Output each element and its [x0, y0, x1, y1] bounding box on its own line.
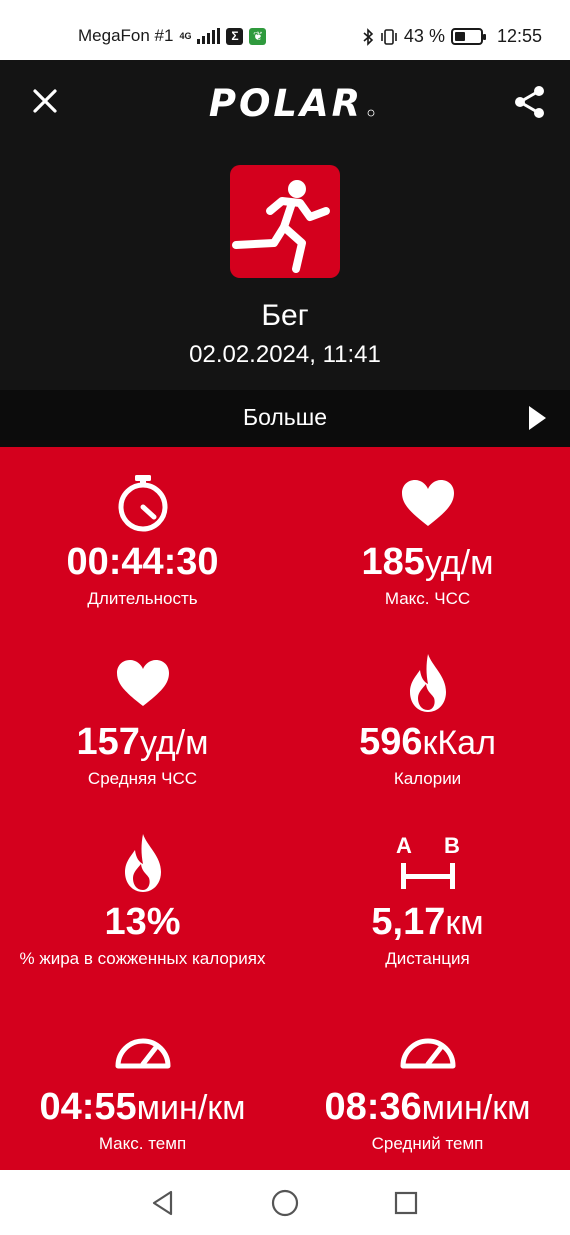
distance-icon: A B	[285, 832, 570, 894]
stat-max-pace: 04:55мин/км Макс. темп	[0, 1017, 285, 1154]
battery-percent: 43 %	[403, 26, 445, 46]
close-button[interactable]	[26, 82, 64, 120]
status-right: 43 % 12:55	[362, 26, 542, 47]
stat-value: 157	[76, 721, 140, 763]
stat-label: Средний темп	[371, 1134, 484, 1153]
stat-label: Макс. ЧСС	[384, 589, 471, 608]
stat-label: Длительность	[87, 589, 198, 608]
share-button[interactable]	[510, 82, 550, 122]
stat-value: 00:44:30	[66, 541, 219, 583]
stat-duration: 00:44:30 Длительность	[0, 472, 285, 609]
stat-calories: 596кКал Калории	[285, 652, 570, 789]
more-label: Больше	[242, 404, 328, 430]
svg-text:POLAR: POLAR	[209, 82, 363, 124]
network-type: 4G	[179, 30, 192, 41]
stopwatch-icon	[0, 472, 285, 534]
signal-icon	[197, 28, 221, 44]
stats-grid: 00:44:30 Длительность 185уд/м Макс. ЧСС …	[0, 447, 570, 1170]
stat-fat-percent: 13% % жира в сожженных калориях	[0, 832, 285, 969]
stat-unit: уд/м	[424, 544, 494, 582]
stat-value: 04:55	[39, 1086, 137, 1128]
home-circle-icon	[271, 1189, 299, 1217]
battery-icon	[450, 28, 486, 45]
stat-unit: мин/км	[136, 1089, 246, 1127]
session-header: Бег 02.02.2024, 11:41	[0, 145, 570, 390]
running-icon	[230, 165, 340, 278]
stat-unit: уд/м	[139, 724, 209, 762]
leaf-app-icon: ❦	[249, 27, 267, 45]
stat-label: Калории	[393, 769, 462, 788]
flame-icon	[0, 832, 285, 894]
svg-text:A: A	[396, 833, 412, 858]
nav-home-button[interactable]	[266, 1184, 304, 1222]
stat-label: Дистанция	[385, 949, 470, 968]
stat-label: % жира в сожженных калориях	[19, 949, 266, 968]
sum-app-icon: Σ	[226, 27, 244, 45]
svg-text:B: B	[444, 833, 460, 858]
speedometer-icon	[0, 1017, 285, 1079]
nav-recents-button[interactable]	[387, 1184, 425, 1222]
flame-icon	[285, 652, 570, 714]
carrier-name: MegaFon #1	[78, 26, 174, 45]
bluetooth-icon	[363, 27, 374, 46]
stat-value: 596	[359, 721, 423, 763]
app-bar: POLAR	[0, 60, 570, 145]
stat-label: Макс. темп	[98, 1134, 187, 1153]
session-datetime: 02.02.2024, 11:41	[189, 341, 381, 368]
stat-unit: кКал	[422, 724, 496, 762]
system-nav-bar	[0, 1170, 570, 1235]
stat-value: 13%	[104, 901, 181, 943]
stat-unit: мин/км	[421, 1089, 531, 1127]
close-icon	[33, 89, 57, 113]
stat-distance: A B 5,17км Дистанция	[285, 832, 570, 969]
stat-value: 5,17	[371, 901, 446, 943]
clock: 12:55	[496, 26, 542, 46]
stat-max-hr: 185уд/м Макс. ЧСС	[285, 472, 570, 609]
share-icon	[515, 86, 544, 118]
nav-back-button[interactable]	[144, 1184, 182, 1222]
sport-name: Бег	[261, 299, 309, 332]
stat-label: Средняя ЧСС	[87, 769, 198, 788]
polar-logo: POLAR	[209, 82, 375, 124]
stat-value: 08:36	[324, 1086, 422, 1128]
vibrate-icon	[381, 28, 397, 45]
heart-icon	[285, 472, 570, 534]
back-triangle-icon	[152, 1190, 173, 1216]
stat-avg-pace: 08:36мин/км Средний темп	[285, 1017, 570, 1154]
chevron-right-icon	[529, 406, 546, 430]
recents-square-icon	[394, 1191, 418, 1215]
stat-value: 185	[361, 541, 425, 583]
status-bar: MegaFon #1 4G Σ ❦ 43 % 12:55	[0, 0, 570, 60]
stat-avg-hr: 157уд/м Средняя ЧСС	[0, 652, 285, 789]
stat-unit: км	[445, 904, 484, 942]
more-button[interactable]: Больше	[0, 390, 570, 447]
status-left: MegaFon #1 4G Σ ❦	[78, 26, 267, 46]
heart-icon	[0, 652, 285, 714]
speedometer-icon	[285, 1017, 570, 1079]
